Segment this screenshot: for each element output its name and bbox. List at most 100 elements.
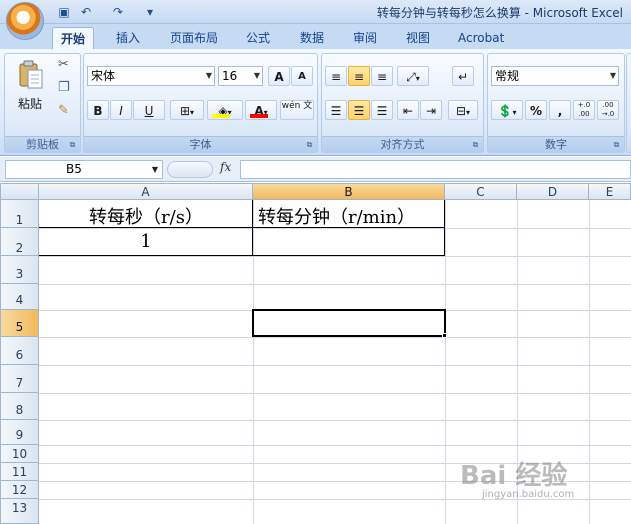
row-header-5[interactable]: 5 <box>0 310 39 337</box>
underline-button[interactable]: U <box>133 100 165 120</box>
paste-button[interactable] <box>18 60 44 90</box>
decrease-indent-button[interactable]: ⇤ <box>397 100 419 120</box>
alignment-launcher-icon[interactable]: ⧉ <box>471 140 480 149</box>
name-box[interactable]: B5 ▼ <box>5 160 163 179</box>
insert-function-button[interactable]: fx <box>220 160 231 174</box>
cut-icon[interactable]: ✂ <box>58 57 69 72</box>
row-header-11[interactable]: 11 <box>0 463 39 481</box>
customize-qat-icon[interactable]: ▾ <box>142 4 158 20</box>
row-header-6[interactable]: 6 <box>0 337 39 365</box>
tab-insert[interactable]: 插入 <box>108 27 148 49</box>
shrink-font-button[interactable]: A <box>291 66 313 86</box>
row-header-13[interactable]: 13 <box>0 499 39 524</box>
number-launcher-icon[interactable]: ⧉ <box>612 140 621 149</box>
tab-view[interactable]: 视图 <box>398 27 438 49</box>
comma-style-button[interactable]: , <box>549 100 571 120</box>
tab-page-layout[interactable]: 页面布局 <box>162 27 226 49</box>
fill-color-swatch <box>212 114 230 118</box>
save-icon[interactable]: ▣ <box>56 4 72 20</box>
window-title: 转每分钟与转每秒怎么换算 - Microsoft Excel <box>376 6 623 20</box>
font-color-swatch <box>250 114 268 118</box>
number-format-value: 常规 <box>495 69 520 83</box>
tab-data[interactable]: 数据 <box>292 27 332 49</box>
row-header-3[interactable]: 3 <box>0 256 39 284</box>
row-header-12[interactable]: 12 <box>0 481 39 499</box>
column-header-b[interactable]: B <box>253 183 445 200</box>
decrease-indent-icon: ⇤ <box>402 104 414 118</box>
bold-button[interactable]: B <box>87 100 109 120</box>
row-header-10[interactable]: 10 <box>0 445 39 463</box>
row-header-9[interactable]: 9 <box>0 420 39 445</box>
font-name-value: 宋体 <box>91 69 116 83</box>
percent-style-button[interactable]: % <box>525 100 547 120</box>
merge-cells-icon: ⊟ <box>455 104 467 118</box>
gridline <box>39 284 631 285</box>
undo-icon[interactable]: ↶ <box>78 4 94 20</box>
tab-formulas[interactable]: 公式 <box>238 27 278 49</box>
merge-center-button[interactable]: ⊟▾ <box>448 100 478 120</box>
align-right-button[interactable]: ☰ <box>371 100 393 120</box>
align-center-button[interactable]: ☰ <box>348 100 370 120</box>
formula-bar-splitter[interactable] <box>167 161 213 178</box>
cell-b1[interactable]: 转每分钟（r/min） <box>258 203 444 229</box>
column-header-d[interactable]: D <box>517 183 589 200</box>
borders-button[interactable]: ⊞▾ <box>170 100 204 120</box>
phonetic-guide-button[interactable]: wén 文 <box>280 100 314 120</box>
grow-font-button[interactable]: A <box>268 66 290 86</box>
tab-review[interactable]: 审阅 <box>345 27 385 49</box>
increase-indent-button[interactable]: ⇥ <box>420 100 442 120</box>
select-all-corner[interactable] <box>0 183 39 200</box>
clipboard-launcher-icon[interactable]: ⧉ <box>68 140 77 149</box>
cell-b2[interactable] <box>254 231 444 255</box>
number-group-label: 数字 <box>488 136 624 152</box>
decrease-decimal-button[interactable]: .00 →.0 <box>597 100 619 120</box>
align-middle-button[interactable]: ≡ <box>348 66 370 86</box>
align-bottom-icon: ≡ <box>376 70 388 84</box>
font-size-select[interactable]: 16 ▼ <box>218 66 263 86</box>
tab-home[interactable]: 开始 <box>52 27 95 49</box>
format-painter-icon[interactable]: ✎ <box>58 103 69 118</box>
chevron-down-icon: ▾ <box>415 74 420 83</box>
number-format-select[interactable]: 常规 ▼ <box>491 66 619 86</box>
font-name-select[interactable]: 宋体 ▼ <box>87 66 215 86</box>
align-top-button[interactable]: ≡ <box>325 66 347 86</box>
cell-a2[interactable]: 1 <box>40 231 252 252</box>
align-middle-icon: ≡ <box>353 70 365 84</box>
copy-icon[interactable]: ❐ <box>58 80 70 95</box>
gridline <box>39 337 631 338</box>
increase-decimal-button[interactable]: +.0 .00 <box>573 100 595 120</box>
name-box-value: B5 <box>66 162 82 176</box>
cell-a1[interactable]: 转每秒（r/s） <box>40 203 252 229</box>
gridline <box>39 445 631 446</box>
align-bottom-button[interactable]: ≡ <box>371 66 393 86</box>
active-cell-b5[interactable] <box>252 309 446 337</box>
paste-icon <box>19 60 43 89</box>
formula-input[interactable] <box>240 160 631 179</box>
orientation-button[interactable]: ⤢▾ <box>397 66 429 86</box>
watermark-url: jingyan.baidu.com <box>482 489 575 500</box>
wrap-text-icon: ↵ <box>457 70 469 84</box>
column-header-a[interactable]: A <box>39 183 253 200</box>
row-header-7[interactable]: 7 <box>0 365 39 393</box>
office-button[interactable] <box>6 2 44 40</box>
font-color-button[interactable]: A▾ <box>245 100 277 120</box>
row-header-4[interactable]: 4 <box>0 284 39 310</box>
accounting-format-button[interactable]: 💲▾ <box>491 100 523 120</box>
row-header-2[interactable]: 2 <box>0 228 39 256</box>
column-header-e[interactable]: E <box>589 183 631 200</box>
paste-label[interactable]: 粘贴 <box>18 95 42 112</box>
align-right-icon: ☰ <box>376 104 388 118</box>
redo-icon[interactable]: ↷ <box>110 4 126 20</box>
chevron-down-icon: ▼ <box>253 71 260 80</box>
italic-button[interactable]: I <box>110 100 132 120</box>
column-header-c[interactable]: C <box>445 183 517 200</box>
chevron-down-icon: ▼ <box>151 165 158 174</box>
font-launcher-icon[interactable]: ⧉ <box>305 140 314 149</box>
fill-handle[interactable] <box>442 333 447 338</box>
wrap-text-button[interactable]: ↵ <box>452 66 474 86</box>
row-header-8[interactable]: 8 <box>0 393 39 420</box>
row-header-1[interactable]: 1 <box>0 200 39 228</box>
tab-acrobat[interactable]: Acrobat <box>450 27 512 49</box>
align-left-button[interactable]: ☰ <box>325 100 347 120</box>
fill-color-button[interactable]: ◈▾ <box>207 100 243 120</box>
